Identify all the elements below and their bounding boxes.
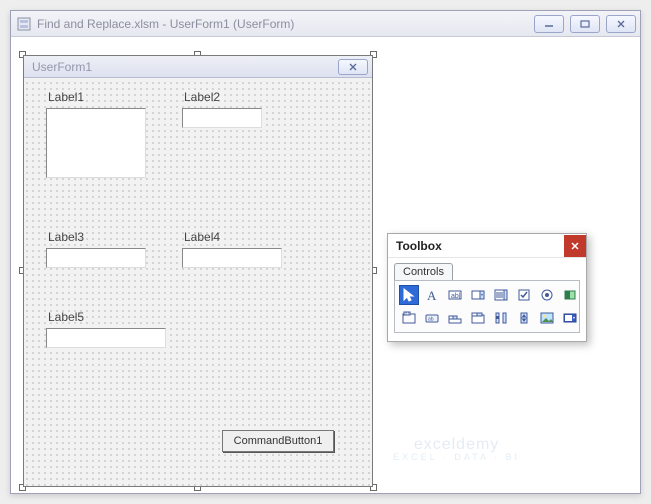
minimize-button[interactable] — [534, 15, 564, 33]
tool-optionbutton-icon[interactable] — [537, 285, 557, 305]
tool-checkbox-icon[interactable] — [514, 285, 534, 305]
tool-togglebutton-icon[interactable] — [560, 285, 580, 305]
tool-frame-icon[interactable]: XY — [399, 308, 419, 328]
label5[interactable]: Label5 — [48, 310, 84, 324]
tool-label-icon[interactable]: A — [422, 285, 442, 305]
svg-text:ab: ab — [428, 317, 434, 323]
tool-combobox-icon[interactable] — [468, 285, 488, 305]
window-titlebar[interactable]: Find and Replace.xlsm - UserForm1 (UserF… — [11, 11, 640, 37]
toolbox-window[interactable]: Toolbox Controls A ab| XY ab — [387, 233, 587, 342]
tool-textbox-icon[interactable]: ab| — [445, 285, 465, 305]
watermark-main: exceldemy — [393, 436, 520, 454]
tool-spinbutton-icon[interactable] — [514, 308, 534, 328]
toolbox-titlebar[interactable]: Toolbox — [388, 234, 586, 258]
tool-multipage-icon[interactable] — [468, 308, 488, 328]
tool-scrollbar-icon[interactable] — [491, 308, 511, 328]
label3[interactable]: Label3 — [48, 230, 84, 244]
window-client-area: UserForm1 Label1 Label2 Label3 Label4 La… — [11, 37, 640, 493]
tool-commandbutton-icon[interactable]: ab — [422, 308, 442, 328]
userform-titlebar[interactable]: UserForm1 — [24, 56, 372, 78]
textbox4[interactable] — [182, 248, 282, 268]
tool-refedit-icon[interactable] — [560, 308, 580, 328]
tool-image-icon[interactable] — [537, 308, 557, 328]
toolbox-controls-grid: A ab| XY ab — [394, 280, 580, 333]
svg-text:A: A — [427, 288, 437, 302]
textbox5[interactable] — [46, 328, 166, 348]
tool-listbox-icon[interactable] — [491, 285, 511, 305]
tool-select-icon[interactable] — [399, 285, 419, 305]
toolbox-tab-controls[interactable]: Controls — [394, 263, 453, 280]
tool-tabstrip-icon[interactable] — [445, 308, 465, 328]
userform-title: UserForm1 — [32, 60, 338, 74]
command-button-label: CommandButton1 — [234, 435, 323, 447]
app-icon — [17, 17, 31, 31]
svg-text:XY: XY — [405, 312, 410, 316]
maximize-button[interactable] — [570, 15, 600, 33]
toolbox-title: Toolbox — [396, 239, 564, 253]
close-button[interactable] — [606, 15, 636, 33]
label1[interactable]: Label1 — [48, 90, 84, 104]
watermark-sub: EXCEL · DATA · BI — [393, 453, 520, 463]
svg-text:ab|: ab| — [451, 293, 461, 300]
label4[interactable]: Label4 — [184, 230, 220, 244]
label2[interactable]: Label2 — [184, 90, 220, 104]
textbox3[interactable] — [46, 248, 146, 268]
userform-body[interactable]: Label1 Label2 Label3 Label4 Label5 Comma… — [24, 78, 372, 486]
command-button-1[interactable]: CommandButton1 — [222, 430, 334, 452]
vbe-userform-window: Find and Replace.xlsm - UserForm1 (UserF… — [10, 10, 641, 494]
textbox2[interactable] — [182, 108, 262, 128]
textbox1[interactable] — [46, 108, 146, 178]
userform-designer[interactable]: UserForm1 Label1 Label2 Label3 Label4 La… — [23, 55, 373, 487]
toolbox-tabs: Controls — [388, 258, 586, 280]
watermark: exceldemy EXCEL · DATA · BI — [393, 436, 520, 463]
toolbox-close-button[interactable] — [564, 235, 586, 257]
window-title: Find and Replace.xlsm - UserForm1 (UserF… — [37, 17, 534, 31]
userform-canvas[interactable]: UserForm1 Label1 Label2 Label3 Label4 La… — [23, 55, 373, 487]
userform-close-button[interactable] — [338, 59, 368, 75]
